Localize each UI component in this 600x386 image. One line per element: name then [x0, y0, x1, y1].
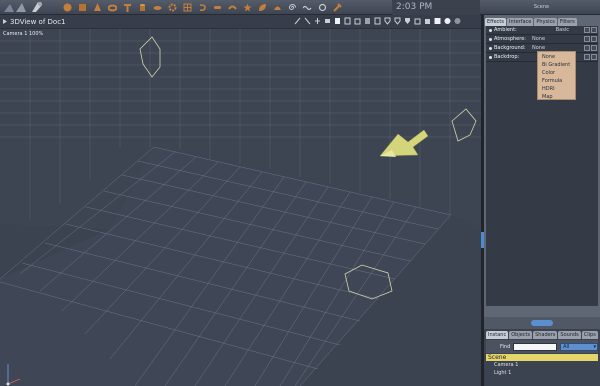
- camera-icon[interactable]: [324, 17, 331, 25]
- background-dropdown-menu: None Bi Gradient Color Formula HDRI Map: [537, 51, 576, 100]
- effects-tabs: Effects Interface Physics Filters: [485, 18, 577, 26]
- menu-item-hdri[interactable]: HDRI: [542, 85, 575, 93]
- ring-icon[interactable]: [317, 2, 327, 12]
- property-value[interactable]: None: [532, 36, 572, 42]
- resizer-grip[interactable]: [531, 320, 553, 326]
- cone-icon[interactable]: [92, 2, 102, 12]
- object-icon[interactable]: [414, 17, 421, 25]
- grid-icon[interactable]: [182, 2, 192, 12]
- display-wire-icon[interactable]: [344, 17, 351, 25]
- leaf-icon[interactable]: [257, 2, 267, 12]
- display-solid-icon[interactable]: [334, 17, 341, 25]
- property-atmosphere[interactable]: Atmosphere: None: [486, 35, 598, 44]
- disc-icon[interactable]: [152, 2, 162, 12]
- scene-browser: Instanc Objects Shaders Sounds Clips Fin…: [484, 329, 600, 386]
- tool-icon[interactable]: [332, 2, 342, 12]
- collapse-icon[interactable]: [2, 18, 8, 25]
- cylinder-icon[interactable]: [137, 2, 147, 12]
- camera-label: Camera 1 100%: [3, 31, 44, 37]
- torus-icon[interactable]: [107, 2, 117, 12]
- property-label: Backdrop:: [494, 54, 520, 60]
- dark-sphere-icon[interactable]: [454, 17, 461, 25]
- tab-interface[interactable]: Interface: [507, 18, 534, 26]
- tab-filters[interactable]: Filters: [557, 18, 577, 26]
- tab-physics[interactable]: Physics: [534, 18, 557, 26]
- chevron-down-icon: ▾: [593, 343, 596, 350]
- menu-item-none[interactable]: None: [542, 53, 575, 61]
- app-logo: [2, 1, 48, 14]
- property-label: Background:: [494, 45, 526, 51]
- panel-title: Scene: [533, 4, 550, 10]
- sphere-icon[interactable]: [62, 2, 72, 12]
- hook-icon[interactable]: [197, 2, 207, 12]
- bullet-icon: [489, 28, 492, 32]
- find-row: Find All ▾: [486, 340, 598, 353]
- shield-alt-icon[interactable]: [394, 17, 401, 25]
- move-icon[interactable]: [294, 17, 301, 25]
- tab-clips[interactable]: Clips: [581, 331, 598, 339]
- main-toolbar: 2:03 PM Scene: [0, 0, 600, 15]
- menu-item-color[interactable]: Color: [542, 69, 575, 77]
- scene-tree-root[interactable]: Scene: [486, 354, 598, 361]
- delete-button[interactable]: [591, 27, 597, 33]
- tab-objects[interactable]: Objects: [509, 331, 533, 339]
- display-box-icon[interactable]: [354, 17, 361, 25]
- tab-shaders[interactable]: Shaders: [533, 331, 558, 339]
- edit-button[interactable]: [584, 54, 590, 60]
- shield-icon[interactable]: [384, 17, 391, 25]
- view-header: 3DView of Doc1: [0, 15, 482, 29]
- bullet-icon: [489, 37, 492, 41]
- scale-icon[interactable]: [304, 17, 311, 25]
- menu-item-bi-gradient[interactable]: Bi Gradient: [542, 61, 575, 69]
- shaded-sphere-icon[interactable]: [444, 17, 451, 25]
- edit-button[interactable]: [584, 45, 590, 51]
- layout-icon[interactable]: [374, 17, 381, 25]
- view-tools: [294, 17, 461, 25]
- shell-icon[interactable]: [272, 2, 282, 12]
- delete-button[interactable]: [591, 36, 597, 42]
- spiral-icon[interactable]: [287, 2, 297, 12]
- edit-button[interactable]: [584, 27, 590, 33]
- delete-button[interactable]: [591, 54, 597, 60]
- edit-button[interactable]: [584, 36, 590, 42]
- tube-icon[interactable]: [227, 2, 237, 12]
- shield-fill-icon[interactable]: [404, 17, 411, 25]
- primitive-shapes-palette: [62, 2, 342, 13]
- wave-icon[interactable]: [302, 2, 312, 12]
- find-input[interactable]: [513, 342, 558, 351]
- menu-item-formula[interactable]: Formula: [542, 77, 575, 85]
- browser-tabs: Instanc Objects Shaders Sounds Clips: [486, 331, 598, 339]
- scene-item-light[interactable]: Light 1: [486, 370, 598, 377]
- gear-icon[interactable]: [167, 2, 177, 12]
- tab-effects[interactable]: Effects: [485, 18, 506, 26]
- menu-item-map[interactable]: Map: [542, 93, 575, 101]
- filter-select[interactable]: All ▾: [560, 342, 598, 351]
- filter-select-value: All: [563, 343, 570, 350]
- cube-icon[interactable]: [77, 2, 87, 12]
- bullet-icon: [489, 46, 492, 50]
- tab-instances[interactable]: Instanc: [486, 331, 509, 339]
- panel-resizer[interactable]: [484, 317, 600, 329]
- property-ambient[interactable]: Ambient: Basic: [486, 26, 598, 35]
- pill-icon[interactable]: [212, 2, 222, 12]
- cube-view-icon[interactable]: [424, 17, 431, 25]
- property-label: Ambient:: [494, 27, 517, 33]
- render-preview-icon[interactable]: [434, 17, 441, 25]
- tab-sounds[interactable]: Sounds: [558, 331, 581, 339]
- view-title: 3DView of Doc1: [10, 18, 66, 26]
- axis-icon[interactable]: [314, 17, 321, 25]
- 3d-viewport[interactable]: Camera 1 100%: [0, 29, 481, 386]
- hammer-icon[interactable]: [122, 2, 132, 12]
- clock: 2:03 PM: [392, 0, 480, 15]
- render-icon[interactable]: [364, 17, 371, 25]
- delete-button[interactable]: [591, 45, 597, 51]
- property-label: Atmosphere:: [494, 36, 526, 42]
- star-icon[interactable]: [242, 2, 252, 12]
- find-label: Find: [500, 343, 511, 350]
- scene-item-camera[interactable]: Camera 1: [486, 362, 598, 369]
- property-value[interactable]: Basic: [532, 27, 572, 33]
- bullet-icon: [489, 55, 492, 59]
